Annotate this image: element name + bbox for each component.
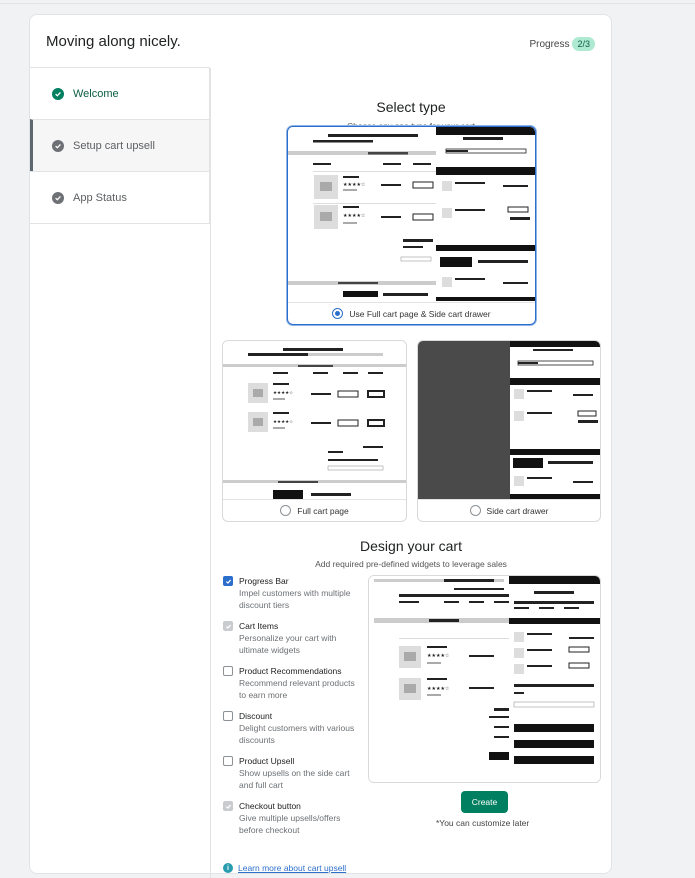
svg-text:★★★★☆: ★★★★☆ [427,653,450,659]
checkbox-checkout-button [223,801,233,811]
svg-text:★★★★☆: ★★★★☆ [343,182,366,188]
design-subtitle: Add required pre-defined widgets to leve… [315,559,507,569]
widget-cart-items: Cart Items Personalize your cart with ult… [223,620,363,656]
create-button[interactable]: Create [461,791,508,813]
widget-product-upsell[interactable]: Product Upsell Show upsells on the side c… [223,755,363,791]
svg-text:★★★★☆: ★★★★☆ [427,686,450,692]
learn-more-link[interactable]: Learn more about cart upsell [238,863,346,873]
widget-title: Product Upsell [239,756,295,766]
learn-more: i Learn more about cart upsell [223,863,346,873]
steps-sidebar: Welcome Setup cart upsell App Status [30,67,210,224]
widget-title: Progress Bar [239,576,289,586]
info-icon: i [223,863,233,873]
widget-desc: Personalize your cart with ultimate widg… [239,633,337,655]
sidebar-item-welcome[interactable]: Welcome [30,67,210,120]
widget-title: Cart Items [239,621,279,631]
svg-text:★★★★☆: ★★★★☆ [343,213,366,219]
progress-indicator: Progress 2/3 [529,37,595,51]
sidebar-item-label: Setup cart upsell [73,139,155,152]
radio-side-cart-drawer[interactable] [469,505,481,516]
option-label: Full cart page [297,505,349,516]
full-cart-page-preview: ★★★★☆ ★★★★☆ [223,341,406,499]
checkbox-product-upsell[interactable] [223,756,233,766]
check-circle-icon [52,191,64,204]
page-title: Moving along nicely. [46,33,181,50]
sidebar-item-label: App Status [73,191,127,204]
widget-title: Product Recommendations [239,666,342,676]
design-preview: ★★★★☆ ★★★★☆ [368,575,601,783]
design-title: Design your cart [360,538,462,554]
widget-progress-bar[interactable]: Progress Bar Impel customers with multipl… [223,575,363,611]
widget-list: Progress Bar Impel customers with multipl… [223,575,363,845]
widget-desc: Impel customers with multiple discount t… [239,588,351,610]
check-circle-icon [52,139,64,152]
checkbox-discount[interactable] [223,711,233,721]
customize-note: *You can customize later [436,818,530,828]
widget-desc: Give multiple upsells/offers before chec… [239,813,341,835]
option-full-cart-page[interactable]: ★★★★☆ ★★★★☆ Full cart page [222,340,407,522]
option-label: Use Full cart page & Side cart drawer [349,308,491,319]
checkbox-cart-items [223,621,233,631]
widget-product-recommendations[interactable]: Product Recommendations Recommend relevan… [223,665,363,701]
option-label: Side cart drawer [486,505,549,516]
widget-discount[interactable]: Discount Delight customers with various d… [223,710,363,746]
radio-full-and-side[interactable] [332,308,344,319]
full-and-side-preview: ★★★★☆ ★★★★☆ [288,127,535,301]
progress-label: Progress [529,38,570,50]
widget-desc: Delight customers with various discounts [239,723,355,745]
sidebar-item-setup-cart-upsell[interactable]: Setup cart upsell [30,119,210,172]
widget-title: Checkout button [239,801,301,811]
widget-checkout-button: Checkout button Give multiple upsells/off… [223,800,363,836]
sidebar-divider [210,68,211,878]
top-divider [0,0,695,4]
svg-text:★★★★☆: ★★★★☆ [273,419,293,425]
select-type-title: Select type [376,99,446,115]
widget-desc: Recommend relevant products to earn more [239,678,355,700]
check-circle-icon [52,87,64,100]
sidebar-item-app-status[interactable]: App Status [30,171,210,224]
progress-badge: 2/3 [572,37,595,51]
option-side-cart-drawer[interactable]: Side cart drawer [417,340,601,522]
sidebar-item-label: Welcome [73,87,119,100]
widget-title: Discount [239,711,273,721]
card-header: Moving along nicely. Progress 2/3 [30,15,611,69]
design-preview-image: ★★★★☆ ★★★★☆ [369,576,600,782]
setup-card: Moving along nicely. Progress 2/3 Welcom… [29,14,612,878]
option-footer: Full cart page [223,499,406,521]
option-full-and-side[interactable]: ★★★★☆ ★★★★☆ Use Full cart page & Side ca… [287,126,536,325]
widget-desc: Show upsells on the side cart and full c… [239,768,350,790]
svg-text:★★★★☆: ★★★★☆ [273,390,293,396]
option-footer: Side cart drawer [418,499,600,521]
checkbox-progress-bar[interactable] [223,576,233,586]
checkbox-product-recommendations[interactable] [223,666,233,676]
side-cart-drawer-preview [418,341,600,499]
radio-full-cart-page[interactable] [280,505,292,516]
option-footer: Use Full cart page & Side cart drawer [288,302,535,324]
